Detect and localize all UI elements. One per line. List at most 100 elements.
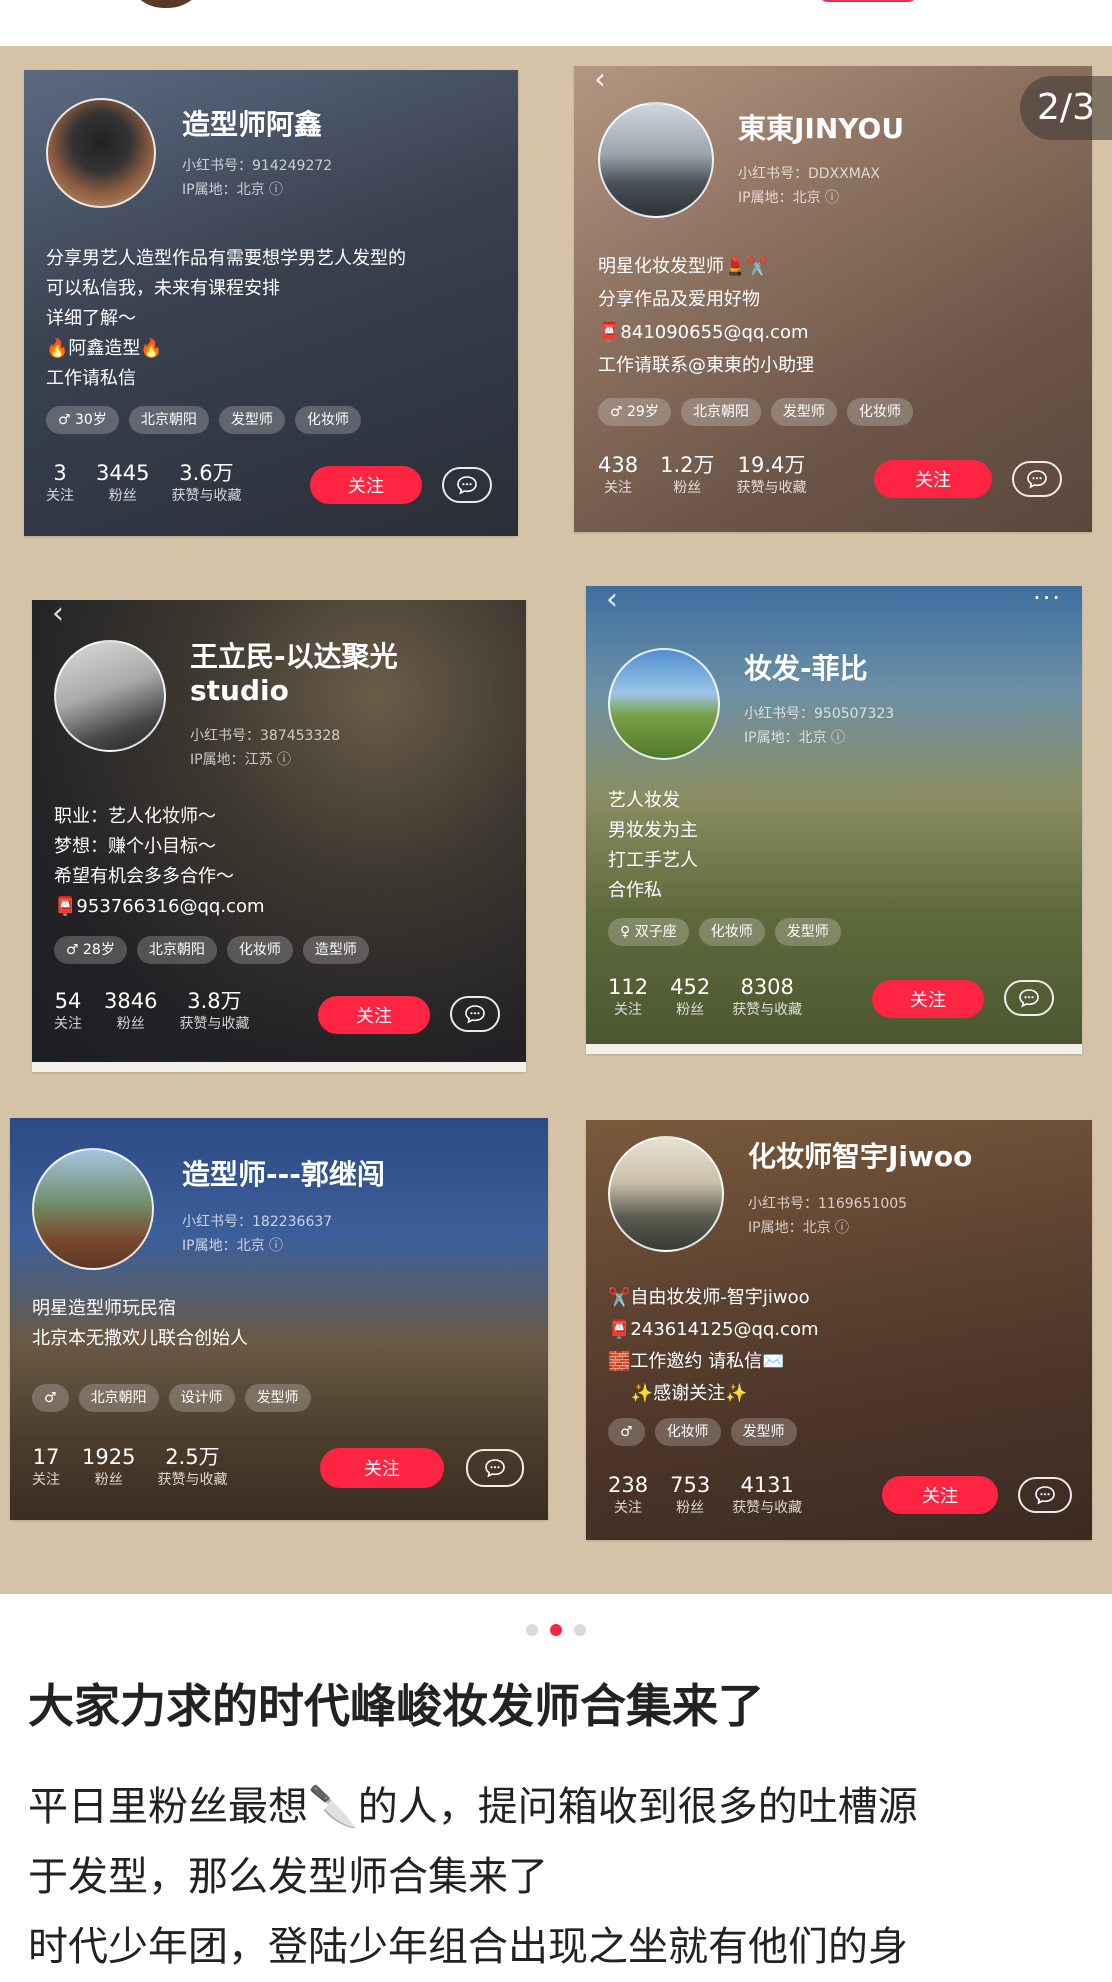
follow-button[interactable]: 关注 (320, 1448, 444, 1488)
follow-author-button[interactable] (818, 0, 918, 2)
message-button[interactable] (1012, 461, 1062, 497)
stat-label: 获赞与收藏 (171, 488, 242, 504)
card-bottom-strip (586, 1044, 1082, 1054)
stat-fans[interactable]: 1.2万 粉丝 (660, 452, 714, 498)
back-arrow-icon[interactable]: ‹ (594, 66, 606, 97)
profile-ip: IP属地：北京 ⓘ (744, 730, 846, 746)
carousel-dots[interactable] (0, 1624, 1112, 1638)
page-indicator-badge: 2/3 (1020, 76, 1112, 140)
stat-fans[interactable]: 3445 粉丝 (96, 460, 149, 506)
profile-tags: ♂ 北京朝阳 设计师 发型师 (32, 1384, 311, 1412)
tag-role: 设计师 (168, 1384, 235, 1412)
stat-following[interactable]: 3 关注 (46, 460, 74, 506)
profile-tags: ♂ 化妆师 发型师 (608, 1418, 797, 1446)
profile-tags: ♀ 双子座 化妆师 发型师 (608, 918, 841, 946)
back-arrow-icon[interactable]: ‹ (52, 600, 64, 631)
message-button[interactable] (1018, 1477, 1072, 1513)
stat-label: 获赞与收藏 (157, 1472, 228, 1488)
stat-label: 关注 (614, 1500, 643, 1516)
profile-card-4: ‹ ··· 妆发-菲比 小红书号：950507323 IP属地：北京 ⓘ 艺人妆… (586, 586, 1082, 1054)
stat-value: 452 (670, 975, 711, 999)
avatar[interactable] (608, 648, 720, 760)
stat-value: 1925 (82, 1445, 136, 1469)
stat-following[interactable]: 112 关注 (608, 974, 648, 1020)
profile-id: 小红书号：1169651005 (748, 1196, 908, 1212)
tag-gender: ♂ (32, 1384, 69, 1412)
tag-age: ♂ 29岁 (598, 398, 671, 426)
stat-following[interactable]: 54 关注 (54, 988, 82, 1034)
message-button[interactable] (450, 996, 500, 1032)
stat-label: 关注 (46, 488, 74, 504)
carousel-dot-2[interactable] (550, 1624, 562, 1636)
profile-stats: 438 关注 1.2万 粉丝 19.4万获赞与收藏 (598, 452, 807, 498)
follow-button[interactable]: 关注 (882, 1476, 998, 1514)
post-body-line: 时代少年团，登陆少年组合出现之坐就有他们的身 (28, 1924, 908, 1970)
stat-label: 获赞与收藏 (732, 1500, 803, 1516)
profile-card-1: 造型师阿鑫 小红书号：914249272 IP属地：北京 ⓘ 分享男艺人造型作品… (24, 70, 518, 536)
follow-button[interactable]: 关注 (310, 466, 422, 504)
avatar[interactable] (608, 1136, 724, 1252)
tag-role: 发型师 (730, 1418, 797, 1446)
profile-stats: 54 关注 3846 粉丝 3.8万 获赞与收藏 (54, 988, 249, 1034)
stat-label: 粉丝 (676, 1500, 705, 1516)
message-icon (485, 1459, 505, 1478)
follow-button[interactable]: 关注 (872, 980, 984, 1018)
message-icon (1027, 470, 1047, 489)
stat-following[interactable]: 238 关注 (608, 1472, 648, 1518)
message-button[interactable] (1004, 980, 1054, 1016)
stat-likes[interactable]: 8308 获赞与收藏 (732, 974, 802, 1020)
stat-label: 粉丝 (116, 1016, 145, 1032)
author-avatar[interactable] (126, 0, 206, 8)
profile-tags: ♂ 30岁 北京朝阳 发型师 化妆师 (46, 406, 361, 434)
profile-stats: 3 关注 3445 粉丝 3.6万 获赞与收藏 (46, 460, 241, 506)
stat-fans[interactable]: 452 粉丝 (670, 974, 710, 1020)
stat-following[interactable]: 17 关注 (32, 1444, 60, 1490)
stat-likes[interactable]: 2.5万 获赞与收藏 (157, 1444, 227, 1490)
top-bar (0, 0, 1112, 46)
follow-button[interactable]: 关注 (318, 996, 430, 1034)
stat-value: 19.4万 (737, 453, 806, 477)
tag-gender: ♂ (608, 1418, 645, 1446)
stat-fans[interactable]: 753 粉丝 (670, 1472, 710, 1518)
avatar[interactable] (598, 102, 714, 218)
back-arrow-icon[interactable]: ‹ (606, 586, 618, 617)
post-body: 平日里粉丝最想🔪的人，提问箱收到很多的吐槽源 于发型，那么发型师合集来了 时代少… (28, 1772, 1088, 1982)
profile-tags: ♂ 29岁 北京朝阳 发型师 化妆师 (598, 398, 913, 426)
carousel-dot-3[interactable] (574, 1624, 586, 1636)
profile-card-5: 造型师---郭继闯 小红书号：182236637 IP属地：北京 ⓘ 明星造型师… (10, 1118, 548, 1520)
stat-label: 获赞与收藏 (179, 1016, 250, 1032)
profile-id: 小红书号：387453328 (190, 728, 341, 744)
profile-id: 小红书号：DDXXMAX (738, 166, 880, 182)
stat-value: 753 (670, 1473, 711, 1497)
stat-likes[interactable]: 3.6万 获赞与收藏 (171, 460, 241, 506)
stat-label: 获赞与收藏 (736, 480, 807, 496)
stat-value: 4131 (740, 1473, 794, 1497)
stat-fans[interactable]: 3846 粉丝 (104, 988, 157, 1034)
profile-name: 化妆师智宇Jiwoo (748, 1140, 973, 1173)
profile-tags: ♂ 28岁 北京朝阳 化妆师 造型师 (54, 936, 369, 964)
tag-role: 化妆师 (846, 398, 913, 426)
tag-location: 北京朝阳 (128, 406, 209, 434)
stat-label: 关注 (32, 1472, 60, 1488)
stat-value: 112 (608, 975, 649, 999)
message-icon (457, 476, 477, 495)
stat-fans[interactable]: 1925 粉丝 (82, 1444, 135, 1490)
tag-location: 北京朝阳 (78, 1384, 159, 1412)
tag-role: 造型师 (302, 936, 369, 964)
stat-following[interactable]: 438 关注 (598, 452, 638, 498)
avatar[interactable] (46, 98, 156, 208)
stat-likes[interactable]: 19.4万获赞与收藏 (737, 452, 807, 498)
image-carousel[interactable]: 造型师阿鑫 小红书号：914249272 IP属地：北京 ⓘ 分享男艺人造型作品… (0, 46, 1112, 1594)
tag-role: 化妆师 (226, 936, 293, 964)
avatar[interactable] (54, 640, 166, 752)
follow-button[interactable]: 关注 (874, 460, 992, 498)
tag-role: 发型师 (770, 398, 837, 426)
message-button[interactable] (466, 1449, 524, 1487)
message-button[interactable] (442, 467, 492, 503)
stat-likes[interactable]: 3.8万 获赞与收藏 (179, 988, 249, 1034)
stat-likes[interactable]: 4131 获赞与收藏 (732, 1472, 802, 1518)
profile-card-2: ‹ 東東JINYOU 小红书号：DDXXMAX IP属地：北京 ⓘ 明星化妆发型… (574, 66, 1092, 532)
avatar[interactable] (32, 1148, 154, 1270)
more-icon[interactable]: ··· (1033, 586, 1062, 612)
carousel-dot-1[interactable] (526, 1624, 538, 1636)
